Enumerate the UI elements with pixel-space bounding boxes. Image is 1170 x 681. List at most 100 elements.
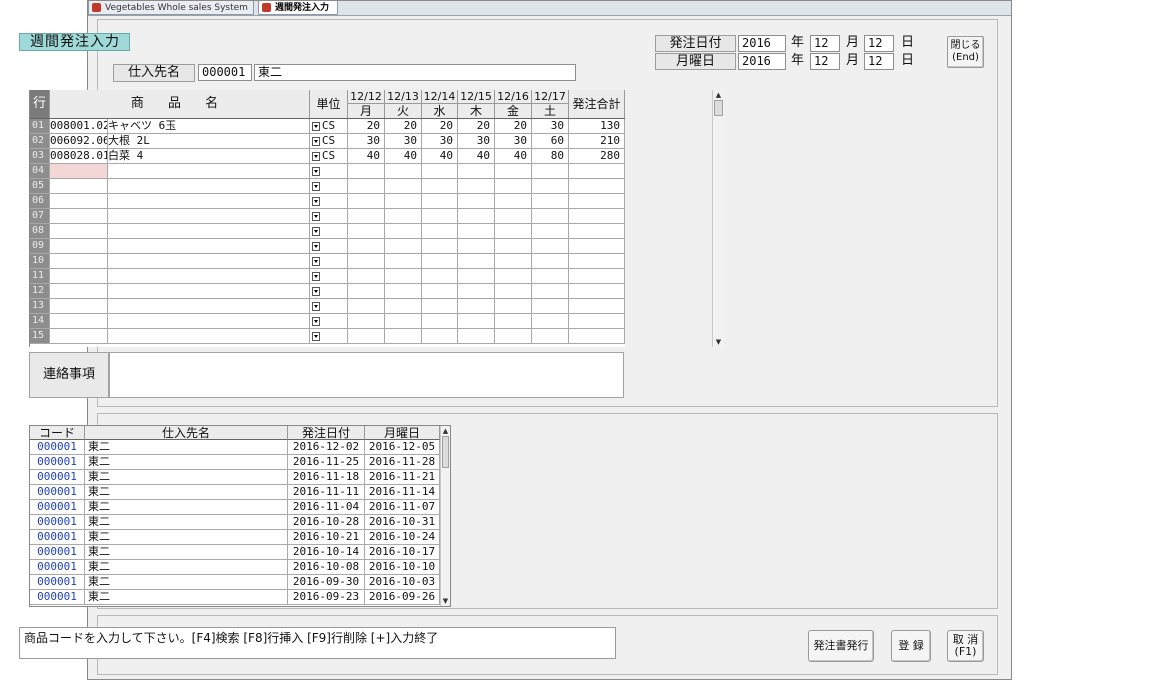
qty-cell[interactable] [532,329,569,344]
qty-cell[interactable] [348,299,385,314]
qty-cell[interactable] [348,209,385,224]
history-row[interactable]: 000001 東二 2016-10-14 2016-10-17 [30,545,440,560]
qty-cell[interactable] [422,224,458,239]
qty-cell[interactable] [458,164,495,179]
history-order-date-cell[interactable]: 2016-11-04 [288,500,365,515]
history-monday-cell[interactable]: 2016-11-28 [365,455,440,470]
qty-cell[interactable] [348,329,385,344]
history-code-cell[interactable]: 000001 [30,515,85,530]
qty-cell[interactable] [385,254,422,269]
qty-cell[interactable] [458,284,495,299]
product-name-cell[interactable] [108,209,310,224]
qty-cell[interactable] [458,299,495,314]
qty-cell[interactable]: 20 [385,119,422,134]
order-date-year-field[interactable]: 2016 [738,35,786,52]
qty-cell[interactable]: 30 [532,119,569,134]
qty-cell[interactable] [458,269,495,284]
qty-cell[interactable] [532,194,569,209]
qty-cell[interactable] [348,269,385,284]
qty-cell[interactable] [495,164,532,179]
product-code-cell[interactable]: 008028.01 [50,149,108,164]
supplier-name-field[interactable]: 東二 [254,64,576,81]
tab-weekly-order[interactable]: 週間発注入力 [258,1,338,15]
unit-dropdown-icon[interactable] [312,197,320,206]
register-button[interactable]: 登 録 [891,630,931,662]
history-code-cell[interactable]: 000001 [30,545,85,560]
unit-dropdown-icon[interactable] [312,167,320,176]
product-name-cell[interactable] [108,179,310,194]
history-order-date-cell[interactable]: 2016-11-25 [288,455,365,470]
qty-cell[interactable] [348,239,385,254]
qty-cell[interactable] [532,314,569,329]
history-monday-cell[interactable]: 2016-10-03 [365,575,440,590]
product-name-cell[interactable] [108,254,310,269]
qty-cell[interactable] [422,164,458,179]
history-order-date-cell[interactable]: 2016-12-02 [288,440,365,455]
unit-dropdown-icon[interactable] [312,242,320,251]
history-row[interactable]: 000001 東二 2016-11-11 2016-11-14 [30,485,440,500]
history-supplier-cell[interactable]: 東二 [85,545,288,560]
qty-cell[interactable] [422,314,458,329]
qty-cell[interactable] [458,179,495,194]
history-code-cell[interactable]: 000001 [30,590,85,605]
qty-cell[interactable]: 40 [458,149,495,164]
qty-cell[interactable] [385,239,422,254]
history-row[interactable]: 000001 東二 2016-11-18 2016-11-21 [30,470,440,485]
unit-dropdown-icon[interactable] [312,212,320,221]
qty-cell[interactable] [385,179,422,194]
product-code-cell[interactable]: 006092.06 [50,134,108,149]
qty-cell[interactable] [348,254,385,269]
qty-cell[interactable] [532,239,569,254]
qty-cell[interactable] [532,254,569,269]
history-code-cell[interactable]: 000001 [30,500,85,515]
qty-cell[interactable]: 30 [348,134,385,149]
monday-month-field[interactable]: 12 [810,53,840,70]
product-code-cell[interactable] [50,179,108,194]
product-code-cell[interactable] [50,314,108,329]
qty-cell[interactable]: 40 [385,149,422,164]
qty-cell[interactable] [385,224,422,239]
history-supplier-cell[interactable]: 東二 [85,530,288,545]
supplier-code-field[interactable]: 000001 [198,64,252,81]
unit-dropdown-icon[interactable] [312,332,320,341]
product-code-cell[interactable] [50,209,108,224]
memo-field[interactable] [109,352,624,398]
history-supplier-cell[interactable]: 東二 [85,440,288,455]
unit-dropdown-icon[interactable] [312,137,320,146]
order-date-day-field[interactable]: 12 [864,35,894,52]
qty-cell[interactable] [532,299,569,314]
product-name-cell[interactable] [108,284,310,299]
history-supplier-cell[interactable]: 東二 [85,560,288,575]
history-order-date-cell[interactable]: 2016-10-28 [288,515,365,530]
history-code-cell[interactable]: 000001 [30,560,85,575]
qty-cell[interactable] [385,269,422,284]
qty-cell[interactable] [495,254,532,269]
product-name-cell[interactable] [108,239,310,254]
qty-cell[interactable] [458,239,495,254]
product-code-cell[interactable] [50,194,108,209]
tab-vegetables-system[interactable]: Vegetables Whole sales System [88,1,254,15]
qty-cell[interactable]: 80 [532,149,569,164]
scroll-thumb[interactable] [714,100,723,116]
qty-cell[interactable] [385,299,422,314]
unit-dropdown-icon[interactable] [312,257,320,266]
history-monday-cell[interactable]: 2016-11-21 [365,470,440,485]
qty-cell[interactable] [532,209,569,224]
order-date-month-field[interactable]: 12 [810,35,840,52]
history-monday-cell[interactable]: 2016-10-17 [365,545,440,560]
history-order-date-cell[interactable]: 2016-10-21 [288,530,365,545]
history-monday-cell[interactable]: 2016-10-31 [365,515,440,530]
monday-year-field[interactable]: 2016 [738,53,786,70]
history-row[interactable]: 000001 東二 2016-10-21 2016-10-24 [30,530,440,545]
scroll-down-icon[interactable]: ▼ [441,596,450,606]
issue-order-button[interactable]: 発注書発行 [808,630,874,662]
history-supplier-cell[interactable]: 東二 [85,485,288,500]
cancel-button[interactable]: 取 消 (F1) [947,630,984,662]
qty-cell[interactable] [458,254,495,269]
history-supplier-cell[interactable]: 東二 [85,500,288,515]
qty-cell[interactable] [422,239,458,254]
history-monday-cell[interactable]: 2016-10-24 [365,530,440,545]
history-code-cell[interactable]: 000001 [30,440,85,455]
history-supplier-cell[interactable]: 東二 [85,470,288,485]
unit-dropdown-icon[interactable] [312,227,320,236]
